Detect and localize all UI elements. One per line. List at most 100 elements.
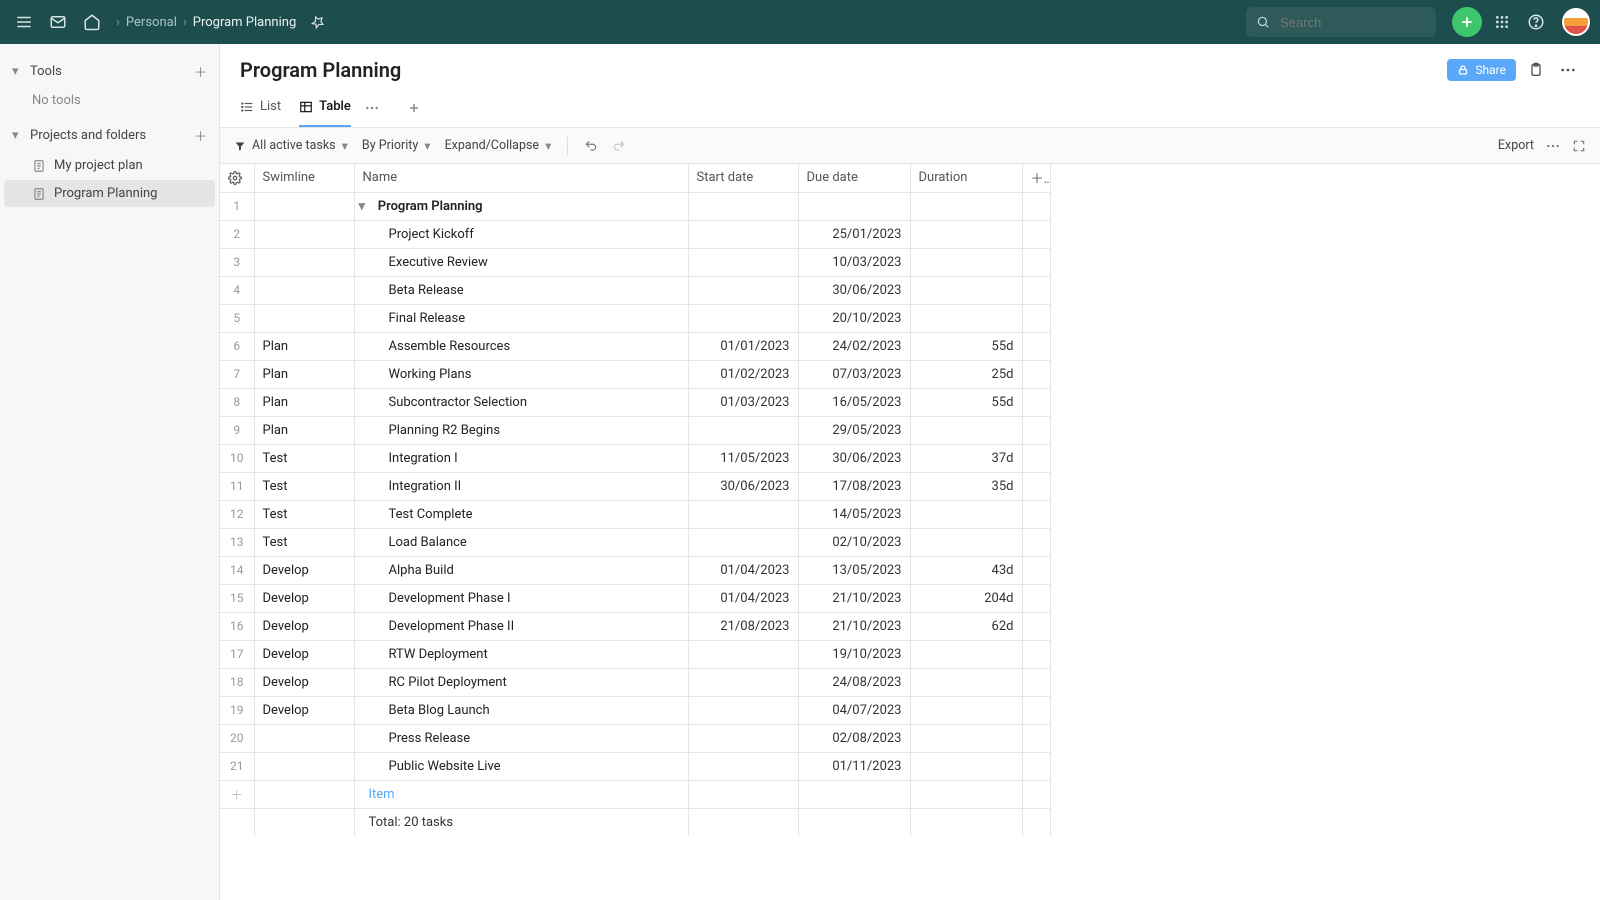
cell-swimline[interactable]: Plan: [254, 332, 354, 360]
cell-due[interactable]: 20/10/2023: [798, 304, 910, 332]
cell-start[interactable]: 01/04/2023: [688, 584, 798, 612]
cell-swimline[interactable]: Test: [254, 528, 354, 556]
cell-start[interactable]: [688, 248, 798, 276]
table-row[interactable]: 8 Plan Subcontractor Selection 01/03/202…: [220, 388, 1050, 416]
hamburger-menu-icon[interactable]: [10, 8, 38, 36]
sidebar-section-tools[interactable]: ▾ Tools ＋: [4, 56, 215, 87]
cell-name[interactable]: Beta Release: [354, 276, 688, 304]
cell-duration[interactable]: 37d: [910, 444, 1022, 472]
add-project-icon[interactable]: ＋: [194, 126, 207, 145]
cell-due[interactable]: [798, 192, 910, 220]
fullscreen-icon[interactable]: [1572, 139, 1586, 153]
search-input[interactable]: [1278, 14, 1426, 31]
cell-swimline[interactable]: Develop: [254, 556, 354, 584]
cell-due[interactable]: 25/01/2023: [798, 220, 910, 248]
cell-name[interactable]: Development Phase II: [354, 612, 688, 640]
cell-name[interactable]: Development Phase I: [354, 584, 688, 612]
col-duration[interactable]: Duration: [910, 164, 1022, 192]
cell-start[interactable]: 30/06/2023: [688, 472, 798, 500]
cell-duration[interactable]: [910, 248, 1022, 276]
cell-swimline[interactable]: Develop: [254, 696, 354, 724]
cell-name[interactable]: Integration I: [354, 444, 688, 472]
cell-swimline[interactable]: Plan: [254, 360, 354, 388]
table-row[interactable]: 17 Develop RTW Deployment 19/10/2023: [220, 640, 1050, 668]
cell-swimline[interactable]: Test: [254, 472, 354, 500]
cell-start[interactable]: [688, 696, 798, 724]
share-button[interactable]: Share: [1447, 59, 1516, 81]
cell-name[interactable]: Load Balance: [354, 528, 688, 556]
add-tool-icon[interactable]: ＋: [194, 62, 207, 81]
col-start[interactable]: Start date: [688, 164, 798, 192]
toolbar-more-icon[interactable]: [1546, 144, 1560, 148]
add-item-label[interactable]: Item: [354, 780, 688, 808]
breadcrumb-root[interactable]: Personal: [126, 15, 177, 30]
cell-name[interactable]: Working Plans: [354, 360, 688, 388]
cell-name[interactable]: Final Release: [354, 304, 688, 332]
cell-start[interactable]: [688, 528, 798, 556]
table-row[interactable]: 18 Develop RC Pilot Deployment 24/08/202…: [220, 668, 1050, 696]
table-row[interactable]: 9 Plan Planning R2 Begins 29/05/2023: [220, 416, 1050, 444]
cell-duration[interactable]: 43d: [910, 556, 1022, 584]
cell-start[interactable]: [688, 276, 798, 304]
chevron-down-icon[interactable]: ▾: [359, 199, 371, 214]
inbox-icon[interactable]: [44, 8, 72, 36]
cell-due[interactable]: 10/03/2023: [798, 248, 910, 276]
add-row-icon[interactable]: ＋: [220, 780, 254, 808]
table-row[interactable]: 5 Final Release 20/10/2023: [220, 304, 1050, 332]
cell-duration[interactable]: [910, 640, 1022, 668]
sidebar-section-projects[interactable]: ▾ Projects and folders ＋: [4, 120, 215, 151]
cell-name[interactable]: ▾ Program Planning: [354, 192, 688, 220]
search-box[interactable]: [1246, 7, 1436, 37]
cell-due[interactable]: 16/05/2023: [798, 388, 910, 416]
cell-due[interactable]: 07/03/2023: [798, 360, 910, 388]
add-view-icon[interactable]: [407, 101, 421, 115]
table-row[interactable]: 15 Develop Development Phase I 01/04/202…: [220, 584, 1050, 612]
cell-start[interactable]: 01/01/2023: [688, 332, 798, 360]
tab-list[interactable]: List: [240, 88, 281, 127]
cell-swimline[interactable]: Develop: [254, 584, 354, 612]
cell-start[interactable]: [688, 724, 798, 752]
cell-due[interactable]: 02/08/2023: [798, 724, 910, 752]
cell-name[interactable]: Subcontractor Selection: [354, 388, 688, 416]
pin-icon[interactable]: [304, 8, 332, 36]
cell-start[interactable]: 01/04/2023: [688, 556, 798, 584]
cell-due[interactable]: 21/10/2023: [798, 584, 910, 612]
more-icon[interactable]: [1556, 58, 1580, 82]
cell-due[interactable]: 01/11/2023: [798, 752, 910, 780]
cell-duration[interactable]: [910, 752, 1022, 780]
cell-duration[interactable]: 35d: [910, 472, 1022, 500]
expand-collapse[interactable]: Expand/Collapse ▾: [445, 138, 552, 154]
cell-due[interactable]: 14/05/2023: [798, 500, 910, 528]
cell-duration[interactable]: [910, 500, 1022, 528]
cell-name[interactable]: Planning R2 Begins: [354, 416, 688, 444]
cell-start[interactable]: [688, 192, 798, 220]
col-due[interactable]: Due date: [798, 164, 910, 192]
cell-due[interactable]: 24/02/2023: [798, 332, 910, 360]
cell-start[interactable]: 21/08/2023: [688, 612, 798, 640]
cell-start[interactable]: 01/02/2023: [688, 360, 798, 388]
cell-swimline[interactable]: [254, 192, 354, 220]
table-row[interactable]: 6 Plan Assemble Resources 01/01/2023 24/…: [220, 332, 1050, 360]
cell-duration[interactable]: [910, 416, 1022, 444]
table-row[interactable]: 16 Develop Development Phase II 21/08/20…: [220, 612, 1050, 640]
cell-name[interactable]: Integration II: [354, 472, 688, 500]
table-row[interactable]: 4 Beta Release 30/06/2023: [220, 276, 1050, 304]
cell-due[interactable]: 30/06/2023: [798, 276, 910, 304]
cell-duration[interactable]: 62d: [910, 612, 1022, 640]
cell-duration[interactable]: [910, 528, 1022, 556]
cell-start[interactable]: [688, 500, 798, 528]
group-by[interactable]: By Priority ▾: [362, 138, 431, 154]
cell-due[interactable]: 29/05/2023: [798, 416, 910, 444]
cell-swimline[interactable]: [254, 276, 354, 304]
cell-due[interactable]: 21/10/2023: [798, 612, 910, 640]
cell-name[interactable]: Assemble Resources: [354, 332, 688, 360]
table-row[interactable]: 14 Develop Alpha Build 01/04/2023 13/05/…: [220, 556, 1050, 584]
cell-name[interactable]: Project Kickoff: [354, 220, 688, 248]
table-row[interactable]: 20 Press Release 02/08/2023: [220, 724, 1050, 752]
cell-swimline[interactable]: Plan: [254, 388, 354, 416]
cell-start[interactable]: [688, 640, 798, 668]
cell-swimline[interactable]: Plan: [254, 416, 354, 444]
cell-swimline[interactable]: Develop: [254, 612, 354, 640]
cell-start[interactable]: [688, 752, 798, 780]
table-row[interactable]: 21 Public Website Live 01/11/2023: [220, 752, 1050, 780]
